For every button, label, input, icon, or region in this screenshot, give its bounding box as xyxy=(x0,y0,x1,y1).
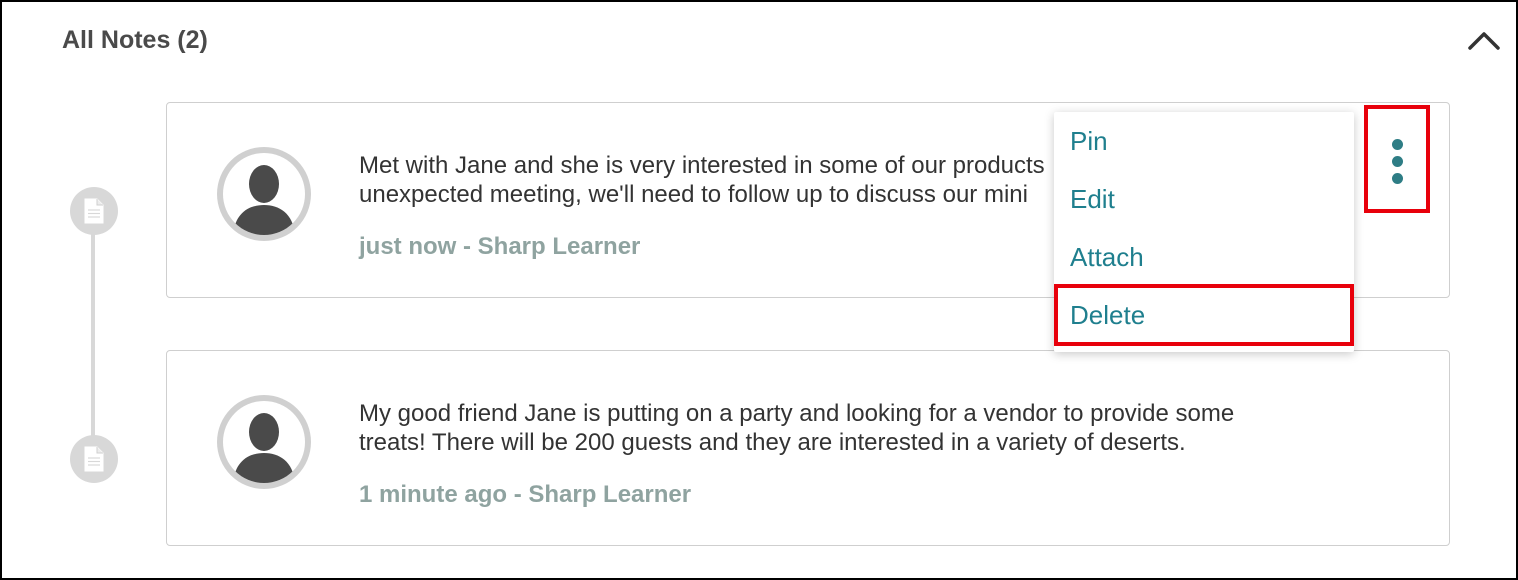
note-options-menu: Pin Edit Attach Delete xyxy=(1054,112,1354,352)
user-silhouette-icon xyxy=(233,413,295,483)
notes-panel: All Notes (2) Met with Jane and she is v… xyxy=(0,0,1518,580)
section-title: All Notes (2) xyxy=(62,26,208,54)
note-text-line: treats! There will be 200 guests and the… xyxy=(359,429,1186,456)
user-silhouette-icon xyxy=(233,165,295,235)
menu-item-label: Edit xyxy=(1070,184,1115,214)
menu-item-pin[interactable]: Pin xyxy=(1054,112,1354,170)
note-text: My good friend Jane is putting on a part… xyxy=(359,399,1359,457)
chevron-up-icon xyxy=(1468,32,1500,50)
menu-item-edit[interactable]: Edit xyxy=(1054,170,1354,228)
avatar xyxy=(217,147,311,241)
timeline-node xyxy=(70,435,118,483)
more-options-button[interactable] xyxy=(1364,105,1430,213)
avatar xyxy=(217,395,311,489)
timeline-line xyxy=(91,212,95,460)
document-icon xyxy=(84,446,104,472)
menu-item-label: Pin xyxy=(1070,126,1108,156)
note-card: My good friend Jane is putting on a part… xyxy=(166,350,1450,546)
menu-item-attach[interactable]: Attach xyxy=(1054,228,1354,286)
collapse-button[interactable] xyxy=(1464,24,1504,58)
note-meta: just now - Sharp Learner xyxy=(359,233,641,260)
note-meta: 1 minute ago - Sharp Learner xyxy=(359,481,692,508)
document-icon xyxy=(84,198,104,224)
menu-item-label: Delete xyxy=(1070,300,1146,330)
menu-item-label: Attach xyxy=(1070,242,1144,272)
timeline-node xyxy=(70,187,118,235)
menu-item-delete[interactable]: Delete xyxy=(1054,286,1354,344)
note-text-line: My good friend Jane is putting on a part… xyxy=(359,400,1235,427)
